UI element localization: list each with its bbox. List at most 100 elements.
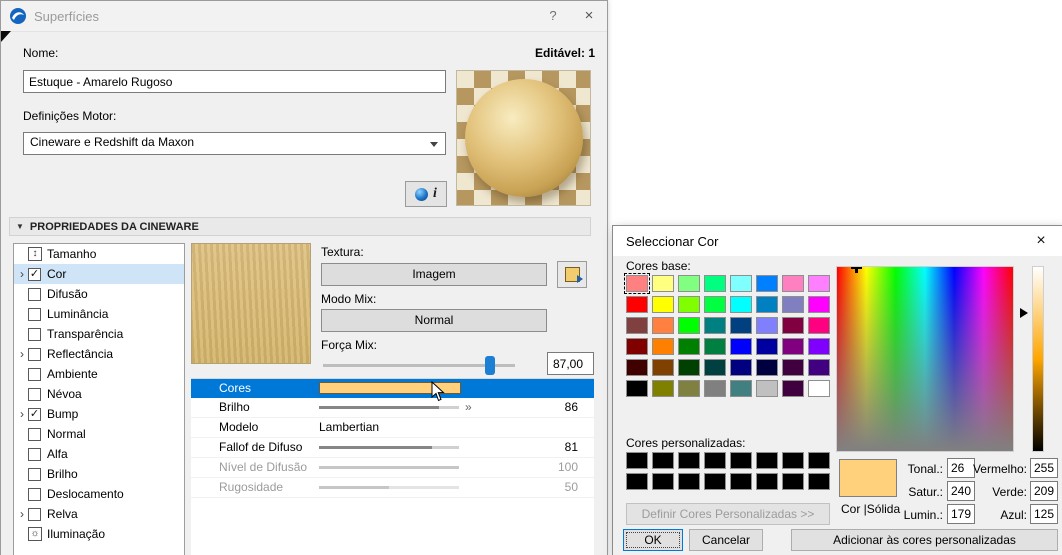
basic-color-swatch[interactable] [756, 380, 778, 397]
slider-options-icon[interactable]: » [465, 398, 472, 417]
blue-input[interactable] [1030, 504, 1058, 524]
channel-item[interactable]: ☼ Iluminação [14, 524, 184, 544]
custom-color-swatch[interactable] [782, 473, 804, 490]
basic-color-swatch[interactable] [756, 296, 778, 313]
basic-color-swatch[interactable] [756, 359, 778, 376]
channel-checkbox[interactable]: ✓ [28, 267, 41, 281]
basic-color-swatch[interactable] [782, 296, 804, 313]
custom-color-swatch[interactable] [808, 452, 830, 469]
texture-preview[interactable] [191, 243, 311, 364]
color-picker-titlebar[interactable]: Seleccionar Cor × [613, 226, 1062, 256]
channel-checkbox[interactable] [28, 507, 41, 521]
basic-color-swatch[interactable] [730, 359, 752, 376]
basic-color-swatch[interactable] [704, 275, 726, 292]
basic-color-swatch[interactable] [704, 296, 726, 313]
channel-checkbox[interactable] [28, 367, 41, 381]
mini-slider[interactable] [319, 406, 459, 409]
help-button[interactable]: ? [535, 1, 571, 31]
basic-color-swatch[interactable] [782, 380, 804, 397]
channel-item[interactable]: Brilho [14, 464, 184, 484]
cancel-button[interactable]: Cancelar [689, 529, 763, 551]
custom-color-swatch[interactable] [626, 452, 648, 469]
channel-checkbox[interactable] [28, 467, 41, 481]
basic-color-swatch[interactable] [730, 338, 752, 355]
green-input[interactable] [1030, 481, 1058, 501]
basic-color-swatch[interactable] [808, 317, 830, 334]
basic-color-swatch[interactable] [626, 359, 648, 376]
channel-checkbox[interactable] [28, 327, 41, 341]
channel-checkbox[interactable] [28, 307, 41, 321]
basic-color-swatch[interactable] [808, 275, 830, 292]
mini-slider[interactable] [319, 446, 459, 449]
custom-color-swatch[interactable] [808, 473, 830, 490]
basic-color-swatch[interactable] [652, 338, 674, 355]
basic-color-swatch[interactable] [626, 380, 648, 397]
basic-color-swatch[interactable] [704, 317, 726, 334]
basic-color-swatch[interactable] [782, 317, 804, 334]
basic-color-swatch[interactable] [782, 359, 804, 376]
basic-color-swatch[interactable] [678, 317, 700, 334]
property-row[interactable]: Cores [191, 379, 594, 398]
basic-color-swatch[interactable] [652, 380, 674, 397]
custom-color-swatch[interactable] [704, 452, 726, 469]
channel-item[interactable]: › Relva [14, 504, 184, 524]
mix-mode-button[interactable]: Normal [321, 309, 547, 332]
basic-color-swatch[interactable] [678, 296, 700, 313]
basic-color-swatch[interactable] [704, 338, 726, 355]
basic-color-swatch[interactable] [624, 273, 650, 294]
mix-strength-slider[interactable] [323, 356, 515, 375]
expand-chevron-icon[interactable]: › [16, 344, 28, 364]
channel-checkbox[interactable] [28, 347, 41, 361]
channel-item[interactable]: ↕ Tamanho [14, 244, 184, 264]
basic-color-swatch[interactable] [756, 275, 778, 292]
basic-color-swatch[interactable] [808, 338, 830, 355]
channel-item[interactable]: Difusão [14, 284, 184, 304]
custom-color-swatch[interactable] [782, 452, 804, 469]
basic-color-swatch[interactable] [678, 275, 700, 292]
texture-image-button[interactable]: Imagem [321, 263, 547, 286]
basic-color-swatch[interactable] [756, 338, 778, 355]
basic-color-swatch[interactable] [652, 296, 674, 313]
mini-slider[interactable] [319, 466, 459, 469]
custom-color-swatch[interactable] [730, 473, 752, 490]
channel-checkbox[interactable] [28, 487, 41, 501]
basic-color-swatch[interactable] [678, 338, 700, 355]
close-button[interactable]: × [571, 1, 607, 31]
mix-strength-input[interactable] [547, 352, 594, 375]
surfaces-titlebar[interactable]: Superfícies ? × [1, 1, 607, 32]
custom-color-swatch[interactable] [704, 473, 726, 490]
red-input[interactable] [1030, 458, 1058, 478]
property-row[interactable]: Modelo Lambertian [191, 418, 594, 438]
channel-item[interactable]: Luminância [14, 304, 184, 324]
channel-checkbox[interactable] [28, 387, 41, 401]
channel-item[interactable]: Ambiente [14, 364, 184, 384]
expand-chevron-icon[interactable]: › [16, 264, 28, 284]
basic-color-swatch[interactable] [782, 338, 804, 355]
cineware-info-button[interactable]: i [405, 181, 447, 207]
texture-settings-button[interactable] [557, 261, 587, 288]
mini-slider[interactable] [319, 486, 459, 489]
channel-item[interactable]: › Reflectância [14, 344, 184, 364]
basic-color-swatch[interactable] [678, 359, 700, 376]
basic-color-swatch[interactable] [730, 317, 752, 334]
basic-color-swatch[interactable] [652, 275, 674, 292]
basic-color-swatch[interactable] [808, 296, 830, 313]
basic-color-swatch[interactable] [704, 359, 726, 376]
property-row[interactable]: Fallof de Difuso 81 [191, 438, 594, 458]
ok-button[interactable]: OK [623, 529, 683, 551]
basic-color-swatch[interactable] [626, 317, 648, 334]
property-row[interactable]: Brilho » 86 [191, 398, 594, 418]
channel-item[interactable]: › ✓ Bump [14, 404, 184, 424]
custom-color-swatch[interactable] [626, 473, 648, 490]
channel-item[interactable]: Deslocamento [14, 484, 184, 504]
channel-checkbox[interactable] [28, 427, 41, 441]
channel-item[interactable]: › ✓ Cor [14, 264, 184, 284]
channel-item[interactable]: Névoa [14, 384, 184, 404]
custom-color-swatch[interactable] [652, 452, 674, 469]
custom-color-swatch[interactable] [730, 452, 752, 469]
mix-slider-thumb[interactable] [485, 356, 496, 375]
channel-checkbox[interactable] [28, 447, 41, 461]
add-to-custom-colors-button[interactable]: Adicionar às cores personalizadas [791, 529, 1058, 551]
basic-color-swatch[interactable] [652, 359, 674, 376]
channel-checkbox[interactable] [28, 287, 41, 301]
